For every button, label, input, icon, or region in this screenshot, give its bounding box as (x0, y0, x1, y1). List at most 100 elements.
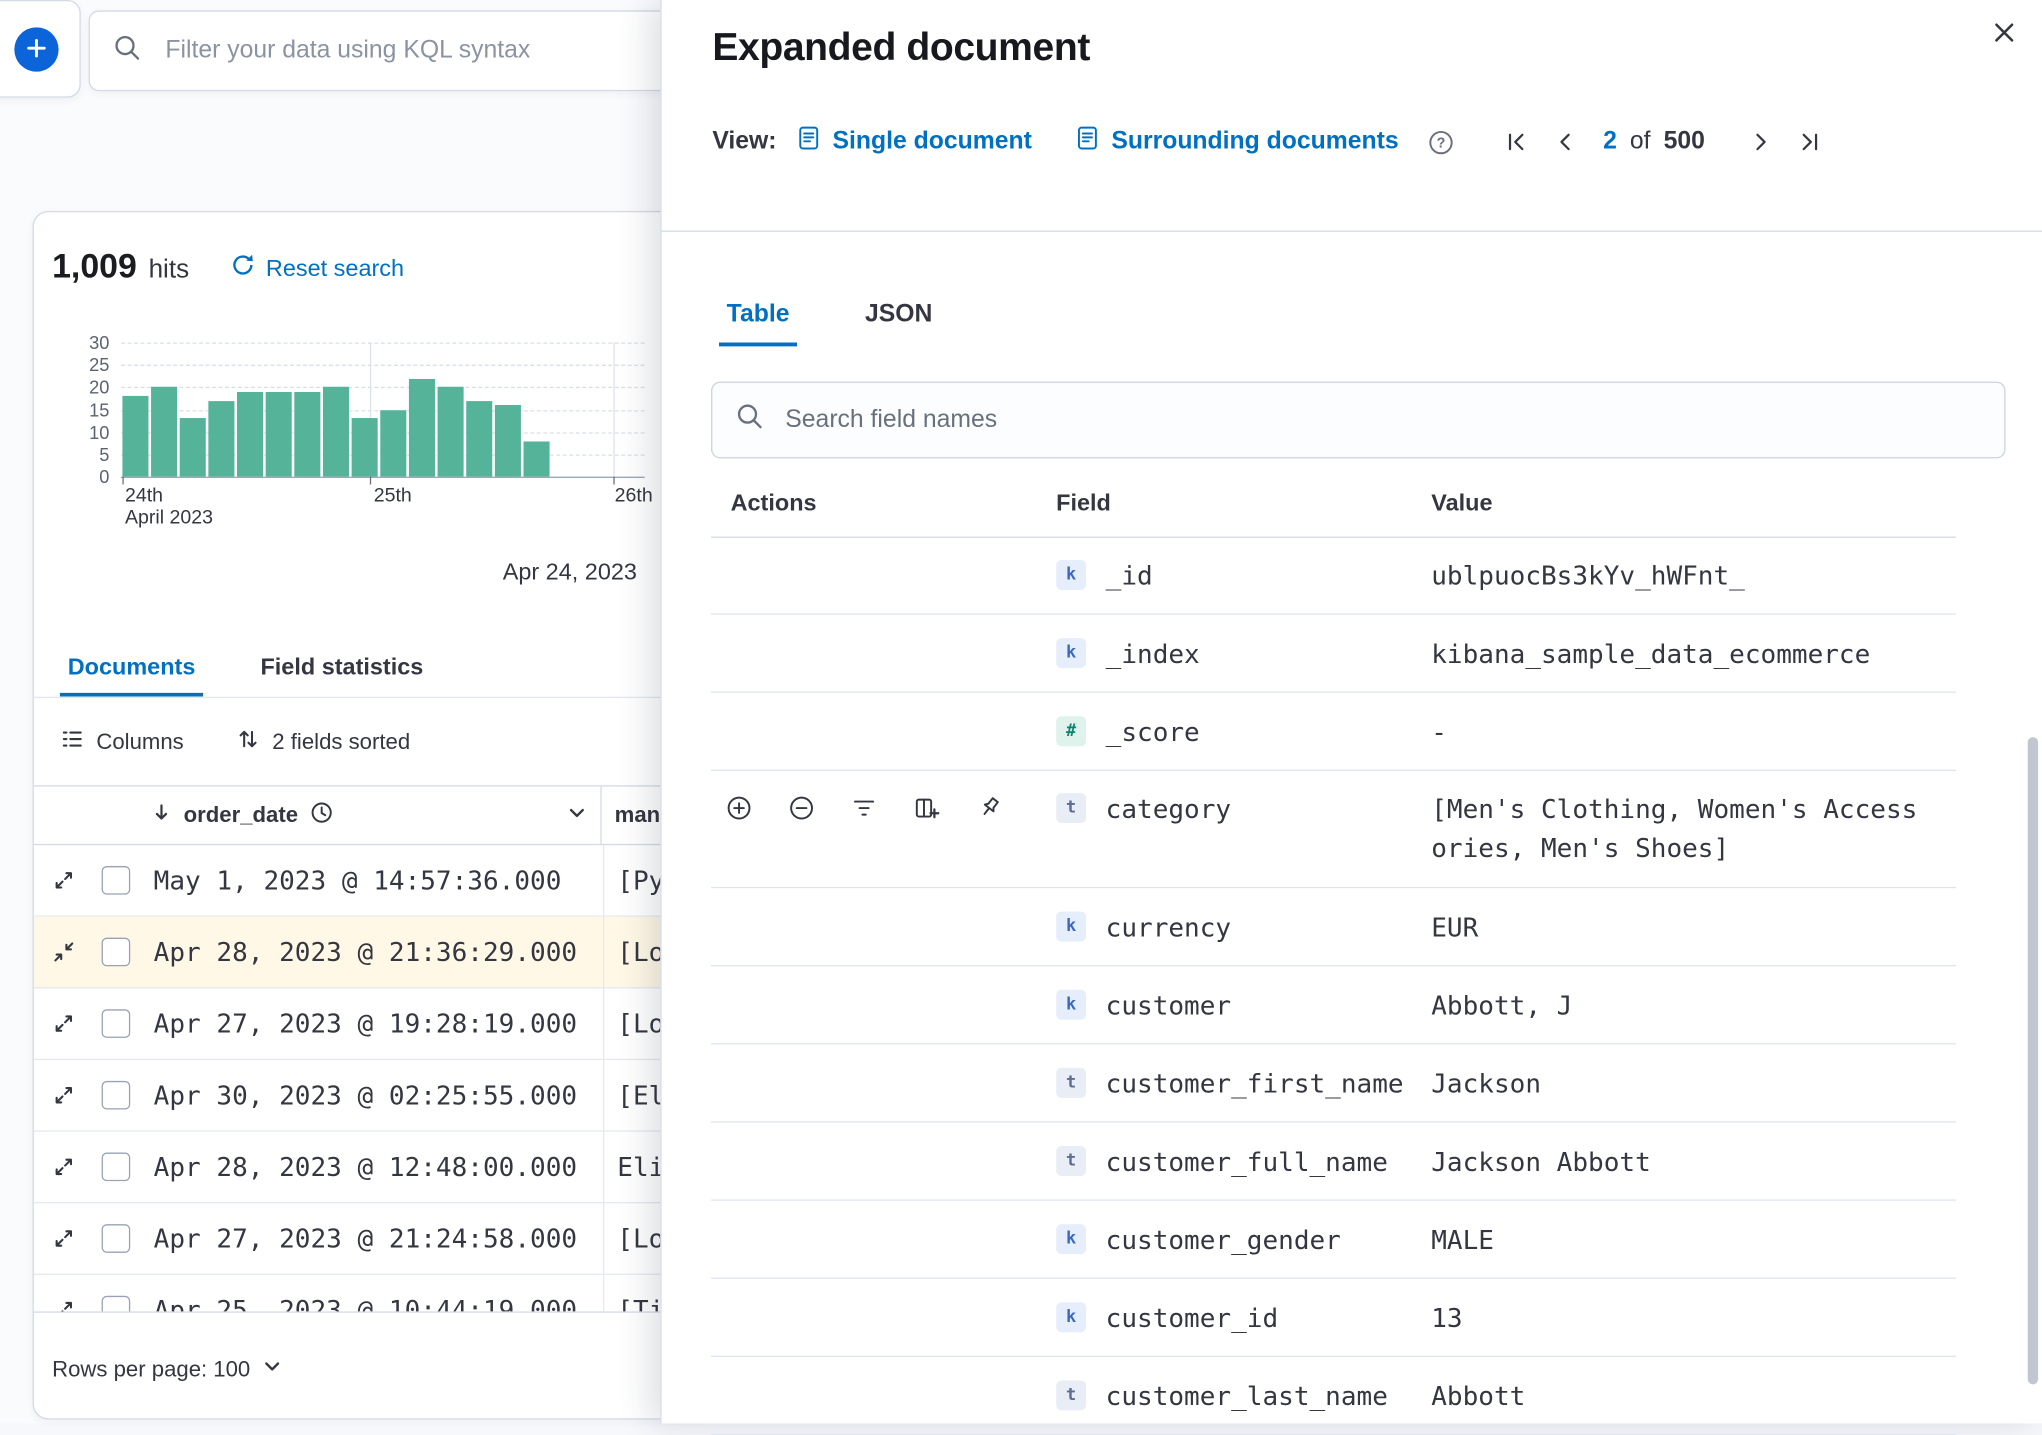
row-checkbox[interactable] (101, 1080, 131, 1110)
keyword-type-icon: k (1056, 911, 1087, 942)
field-value: [Men's Clothing, Women's Accessories, Me… (1431, 793, 1918, 864)
document-pager: 2 of 500 (1499, 125, 1827, 159)
columns-button[interactable]: Columns (60, 727, 184, 758)
histogram-bar[interactable] (437, 387, 464, 477)
column-header-manufacturer[interactable]: man (602, 802, 661, 828)
grid-toolbar: Columns 2 fields sorted (60, 727, 410, 758)
table-row[interactable]: Apr 27, 2023 @ 21:24:58.000 [Lo (33, 1203, 712, 1275)
order-date-cell: Apr 27, 2023 @ 21:24:58.000 (154, 1203, 605, 1274)
x-tick-label: 25th (373, 484, 412, 507)
grid-header: order_date man (33, 785, 712, 846)
kql-search-input[interactable] (162, 35, 713, 67)
table-row-selected[interactable]: Apr 28, 2023 @ 21:36:29.000 [Lo (33, 916, 712, 989)
fields-table-header: Actions Field Value (711, 479, 1957, 538)
last-document-button[interactable] (1793, 125, 1827, 159)
field-name: customer_id (1105, 1301, 1279, 1333)
discover-panel: 1,009 hits Reset search 30 25 20 15 10 5… (32, 210, 713, 1420)
histogram-bar[interactable] (179, 418, 206, 477)
filter-for-value-button[interactable] (725, 794, 752, 821)
text-type-icon: t (1056, 1146, 1087, 1176)
toggle-column-button[interactable] (913, 794, 940, 821)
row-checkbox[interactable] (101, 1009, 131, 1038)
table-row[interactable]: Apr 25, 2023 @ 10:44:19.000 [Ti (34, 1274, 711, 1313)
histogram-bar[interactable] (494, 405, 521, 477)
field-search-bar[interactable] (711, 381, 2006, 459)
expand-row-button[interactable] (51, 1011, 77, 1037)
field-search-input[interactable] (782, 404, 1981, 436)
row-checkbox[interactable] (101, 866, 131, 895)
tab-documents[interactable]: Documents (60, 652, 203, 696)
histogram-bar[interactable] (351, 418, 378, 477)
table-row[interactable]: Apr 28, 2023 @ 12:48:00.000 Eli (33, 1131, 712, 1204)
tab-table[interactable]: Table (719, 300, 797, 347)
histogram-bar[interactable] (294, 391, 321, 477)
keyword-type-icon: k (1056, 989, 1087, 1020)
histogram-bar[interactable] (151, 387, 178, 477)
row-checkbox[interactable] (101, 937, 131, 967)
filter-exists-button[interactable] (850, 794, 877, 821)
field-name: category (1105, 793, 1232, 825)
table-row[interactable]: May 1, 2023 @ 14:57:36.000 [Py (33, 845, 712, 917)
text-type-icon: t (1056, 1067, 1087, 1098)
histogram-bar[interactable] (122, 396, 149, 477)
discover-tabs: Documents Field statistics (33, 652, 712, 699)
document-field-row: k _index kibana_sample_data_ecommerce (711, 615, 1957, 693)
table-row[interactable]: Apr 27, 2023 @ 19:28:19.000 [Lo (33, 988, 712, 1061)
histogram-bar[interactable] (237, 391, 264, 477)
expand-row-button[interactable] (51, 1297, 77, 1312)
flyout-title: Expanded document (712, 26, 1090, 70)
kql-search-bar[interactable] (88, 10, 738, 92)
collapse-row-button[interactable] (51, 939, 77, 965)
previous-document-button[interactable] (1548, 125, 1582, 159)
next-document-button[interactable] (1744, 125, 1778, 159)
surrounding-documents-link[interactable]: Surrounding documents (1076, 125, 1399, 159)
field-value: MALE (1431, 1223, 1494, 1255)
single-document-link[interactable]: Single document (797, 125, 1032, 159)
close-icon (1991, 19, 2017, 49)
histogram-bar[interactable] (466, 400, 493, 477)
manufacturer-cell: [Ti (617, 1294, 665, 1313)
document-field-row: k customer_id 13 (711, 1279, 1957, 1357)
chevron-down-icon (262, 1356, 283, 1383)
pin-field-button[interactable] (975, 794, 1002, 821)
reset-search-button[interactable]: Reset search (231, 253, 404, 284)
svg-text:?: ? (1437, 135, 1446, 151)
sort-fields-button[interactable]: 2 fields sorted (236, 727, 410, 758)
field-name: customer_gender (1105, 1223, 1341, 1255)
add-button[interactable] (14, 27, 59, 72)
expand-row-button[interactable] (51, 1082, 77, 1108)
first-document-button[interactable] (1499, 125, 1533, 159)
histogram-bar[interactable] (322, 387, 350, 477)
histogram-bar[interactable] (408, 378, 435, 477)
expand-row-button[interactable] (51, 1154, 77, 1180)
close-flyout-button[interactable] (1986, 16, 2022, 52)
manufacturer-cell: [El (617, 1079, 665, 1111)
manufacturer-cell: [Lo (617, 1007, 665, 1040)
table-row[interactable]: Apr 30, 2023 @ 02:25:55.000 [El (33, 1060, 712, 1132)
histogram-bar[interactable] (523, 440, 550, 477)
text-type-icon: t (1056, 1380, 1087, 1411)
help-icon[interactable]: ? (1427, 128, 1454, 155)
field-value: Abbott (1431, 1379, 1526, 1412)
row-checkbox[interactable] (101, 1295, 131, 1312)
column-menu-button[interactable] (567, 802, 588, 829)
row-checkbox[interactable] (101, 1152, 131, 1182)
histogram-bar[interactable] (208, 400, 235, 477)
histogram-bar[interactable] (265, 391, 292, 477)
histogram-bar[interactable] (380, 409, 407, 477)
flyout-scrollbar[interactable] (2027, 737, 2039, 1385)
field-actions (725, 794, 1002, 821)
column-header-order-date[interactable]: order_date (151, 786, 602, 844)
filter-out-value-button[interactable] (788, 794, 815, 821)
field-name: customer_last_name (1105, 1379, 1388, 1412)
order-date-cell: Apr 25, 2023 @ 10:44:19.000 (154, 1274, 605, 1312)
document-icon (797, 125, 820, 159)
expand-row-button[interactable] (51, 867, 77, 893)
kibana-discover-page: 1,009 hits Reset search 30 25 20 15 10 5… (0, 0, 2042, 1435)
row-checkbox[interactable] (101, 1224, 131, 1253)
expand-row-button[interactable] (51, 1225, 77, 1251)
tab-json[interactable]: JSON (857, 300, 940, 347)
flyout-tabs: Table JSON (719, 300, 940, 347)
rows-per-page-button[interactable]: Rows per page: 100 (52, 1356, 283, 1383)
tab-field-statistics[interactable]: Field statistics (253, 652, 431, 696)
